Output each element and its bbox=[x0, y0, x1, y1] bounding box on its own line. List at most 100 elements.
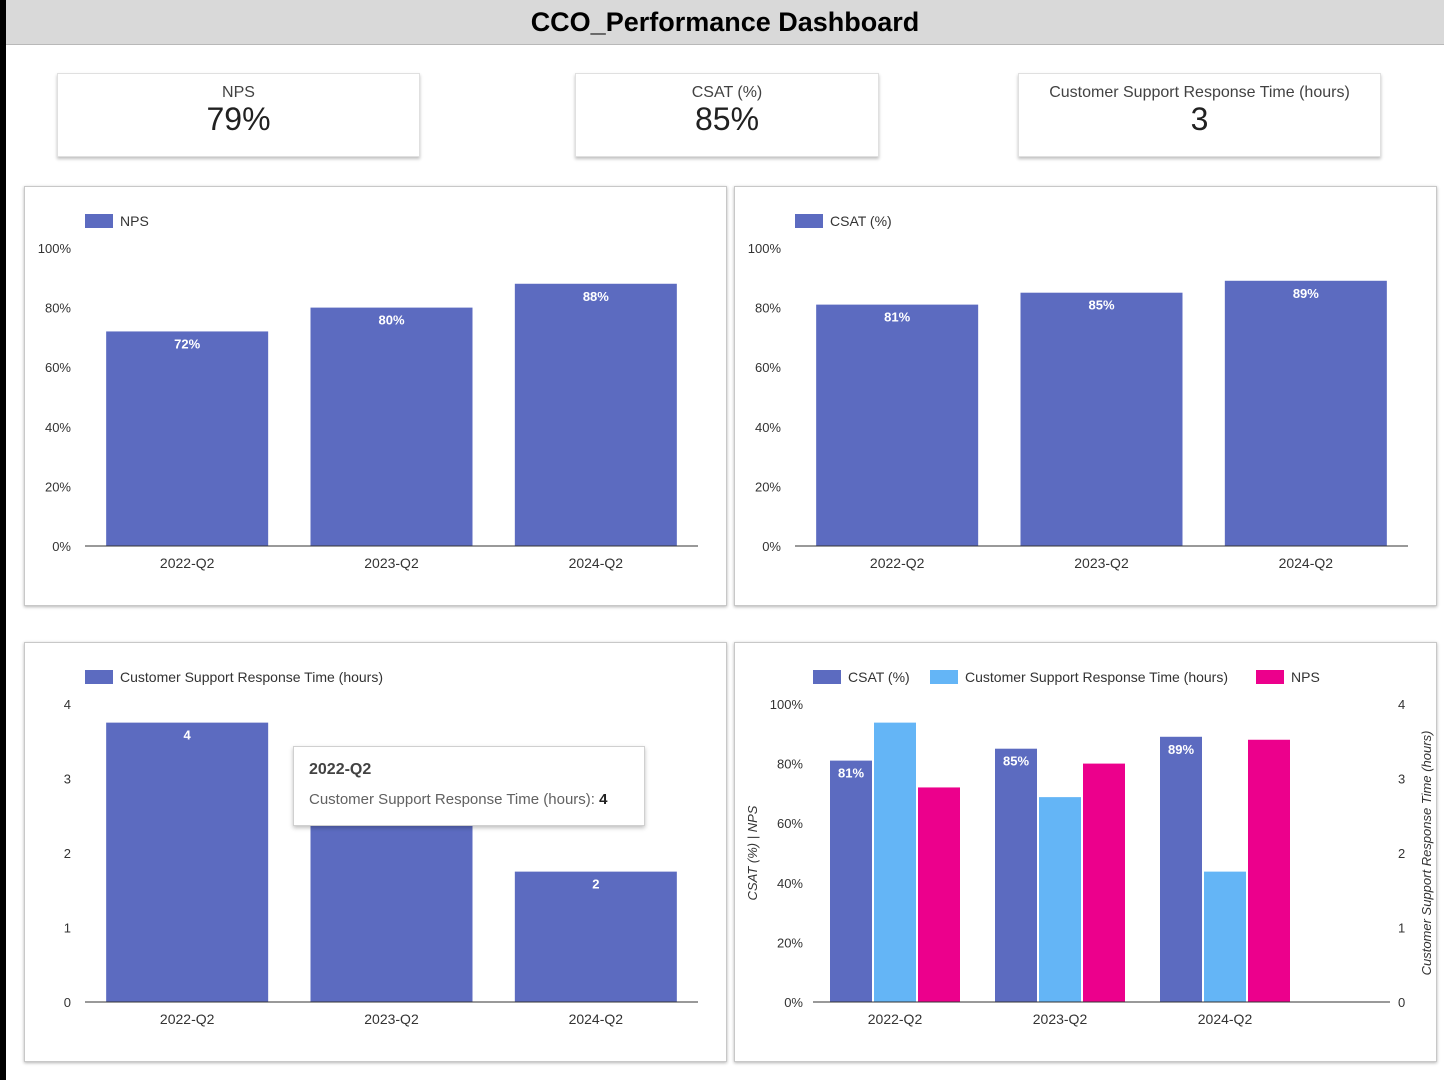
y-right-tick-label: 2 bbox=[1398, 846, 1405, 861]
y-tick-label: 4 bbox=[64, 697, 71, 712]
data-label: 85% bbox=[1003, 754, 1029, 769]
bar bbox=[1224, 280, 1387, 546]
x-tick-label: 2022-Q2 bbox=[160, 555, 215, 571]
x-tick-label: 2023-Q2 bbox=[364, 555, 419, 571]
chart-panel-csat: CSAT (%) 0% 20% 40% 60% 80% 100% 81% 2022-Q2 85% 2… bbox=[734, 186, 1437, 606]
bar bbox=[874, 722, 916, 1002]
y-tick-label: 100% bbox=[748, 241, 782, 256]
y-tick-label: 60% bbox=[755, 360, 781, 375]
bar bbox=[816, 304, 979, 546]
y-tick-label: 100% bbox=[38, 241, 72, 256]
kpi-value: 79% bbox=[206, 101, 271, 137]
y-left-tick-label: 40% bbox=[777, 876, 803, 891]
legend-label: NPS bbox=[1291, 669, 1320, 685]
legend-swatch bbox=[930, 670, 958, 684]
bar bbox=[1083, 763, 1125, 1002]
kpi-card-nps[interactable]: NPS 79% bbox=[57, 73, 420, 157]
kpi-label: Customer Support Response Time (hours) bbox=[1049, 84, 1350, 101]
y-left-tick-label: 80% bbox=[777, 757, 803, 772]
legend-label: NPS bbox=[120, 213, 149, 229]
y-tick-label: 40% bbox=[755, 420, 781, 435]
y-tick-label: 40% bbox=[45, 420, 71, 435]
kpi-value: 3 bbox=[1190, 101, 1209, 137]
y-tick-label: 0% bbox=[762, 539, 781, 554]
y-right-axis-label: Customer Support Response Time (hours) bbox=[1419, 731, 1434, 976]
chart-panel-nps: NPS 0% 20% 40% 60% 80% 100% 72% 2022-Q2 80% 2023-Q… bbox=[24, 186, 727, 606]
legend-label: CSAT (%) bbox=[848, 669, 910, 685]
x-tick-label: 2023-Q2 bbox=[364, 1011, 419, 1027]
kpi-card-csat[interactable]: CSAT (%) 85% bbox=[575, 73, 879, 157]
y-left-axis-label: CSAT (%) | NPS bbox=[745, 805, 760, 900]
legend-label: Customer Support Response Time (hours) bbox=[120, 669, 383, 685]
bar bbox=[514, 283, 677, 546]
y-right-tick-label: 4 bbox=[1398, 697, 1405, 712]
x-tick-label: 2024-Q2 bbox=[569, 1011, 624, 1027]
y-tick-label: 2 bbox=[64, 846, 71, 861]
data-label: 89% bbox=[1168, 742, 1194, 757]
bar bbox=[1160, 736, 1202, 1002]
kpi-label: CSAT (%) bbox=[691, 84, 763, 101]
legend-swatch bbox=[85, 670, 113, 684]
chart-panel-response-time: Customer Support Response Time (hours) 0 1… bbox=[24, 642, 727, 1062]
page-title: CCO_Performance Dashboard bbox=[530, 6, 920, 37]
bar bbox=[995, 748, 1037, 1002]
y-tick-label: 0 bbox=[64, 995, 71, 1010]
x-tick-label: 2024-Q2 bbox=[1279, 555, 1334, 571]
nps-bar-chart[interactable]: NPS 0% 20% 40% 60% 80% 100% 72% 2022-Q2 80% 2023-Q… bbox=[25, 187, 726, 605]
y-tick-label: 1 bbox=[64, 921, 71, 936]
data-label: 81% bbox=[884, 310, 910, 325]
x-tick-label: 2023-Q2 bbox=[1033, 1011, 1088, 1027]
bar bbox=[1204, 871, 1246, 1002]
chart-panel-combined: CSAT (%) Customer Support Response Time (… bbox=[734, 642, 1437, 1062]
data-label: 80% bbox=[378, 313, 404, 328]
y-tick-label: 0% bbox=[52, 539, 71, 554]
tooltip-value: 4 bbox=[599, 791, 608, 808]
tooltip-row: Customer Support Response Time (hours): … bbox=[309, 791, 608, 808]
y-right-tick-label: 3 bbox=[1398, 772, 1405, 787]
x-tick-label: 2024-Q2 bbox=[569, 555, 624, 571]
y-tick-label: 3 bbox=[64, 772, 71, 787]
y-left-tick-label: 20% bbox=[777, 935, 803, 950]
data-label: 89% bbox=[1293, 286, 1319, 301]
bar bbox=[106, 331, 269, 546]
bar bbox=[1248, 739, 1290, 1002]
kpi-card-response-time[interactable]: Customer Support Response Time (hours) 3 bbox=[1018, 73, 1381, 157]
y-right-tick-label: 0 bbox=[1398, 995, 1405, 1010]
legend-swatch bbox=[85, 214, 113, 228]
y-tick-label: 60% bbox=[45, 360, 71, 375]
data-label: 88% bbox=[583, 289, 609, 304]
x-tick-label: 2024-Q2 bbox=[1198, 1011, 1253, 1027]
x-tick-label: 2022-Q2 bbox=[868, 1011, 923, 1027]
bar bbox=[106, 722, 269, 1002]
tooltip-title: 2022-Q2 bbox=[309, 761, 372, 778]
combined-bar-chart[interactable]: CSAT (%) Customer Support Response Time (… bbox=[735, 643, 1436, 1061]
data-label: 4 bbox=[184, 728, 192, 743]
csat-bar-chart[interactable]: CSAT (%) 0% 20% 40% 60% 80% 100% 81% 2022-Q2 85% 2… bbox=[735, 187, 1436, 605]
data-label: 72% bbox=[174, 336, 200, 351]
y-tick-label: 80% bbox=[45, 301, 71, 316]
data-label: 81% bbox=[838, 766, 864, 781]
x-tick-label: 2022-Q2 bbox=[160, 1011, 215, 1027]
y-tick-label: 80% bbox=[755, 301, 781, 316]
y-tick-label: 20% bbox=[45, 479, 71, 494]
bar bbox=[830, 760, 872, 1002]
bar bbox=[1020, 292, 1183, 546]
kpi-value: 85% bbox=[694, 101, 760, 137]
bar bbox=[1039, 797, 1081, 1002]
legend-swatch bbox=[813, 670, 841, 684]
dashboard-header: CCO_Performance Dashboard bbox=[6, 0, 1444, 45]
response-time-bar-chart[interactable]: Customer Support Response Time (hours) 0 1… bbox=[25, 643, 726, 1061]
y-right-tick-label: 1 bbox=[1398, 921, 1405, 936]
y-left-tick-label: 60% bbox=[777, 816, 803, 831]
bar bbox=[918, 787, 960, 1002]
y-tick-label: 20% bbox=[755, 479, 781, 494]
bar bbox=[310, 307, 473, 546]
x-tick-label: 2023-Q2 bbox=[1074, 555, 1129, 571]
legend-label: Customer Support Response Time (hours) bbox=[965, 669, 1228, 685]
tooltip-metric: Customer Support Response Time (hours) bbox=[309, 791, 591, 808]
y-left-tick-label: 0% bbox=[784, 995, 803, 1010]
legend-swatch bbox=[1256, 670, 1284, 684]
y-left-tick-label: 100% bbox=[770, 697, 804, 712]
x-tick-label: 2022-Q2 bbox=[870, 555, 925, 571]
data-label: 2 bbox=[592, 877, 599, 892]
